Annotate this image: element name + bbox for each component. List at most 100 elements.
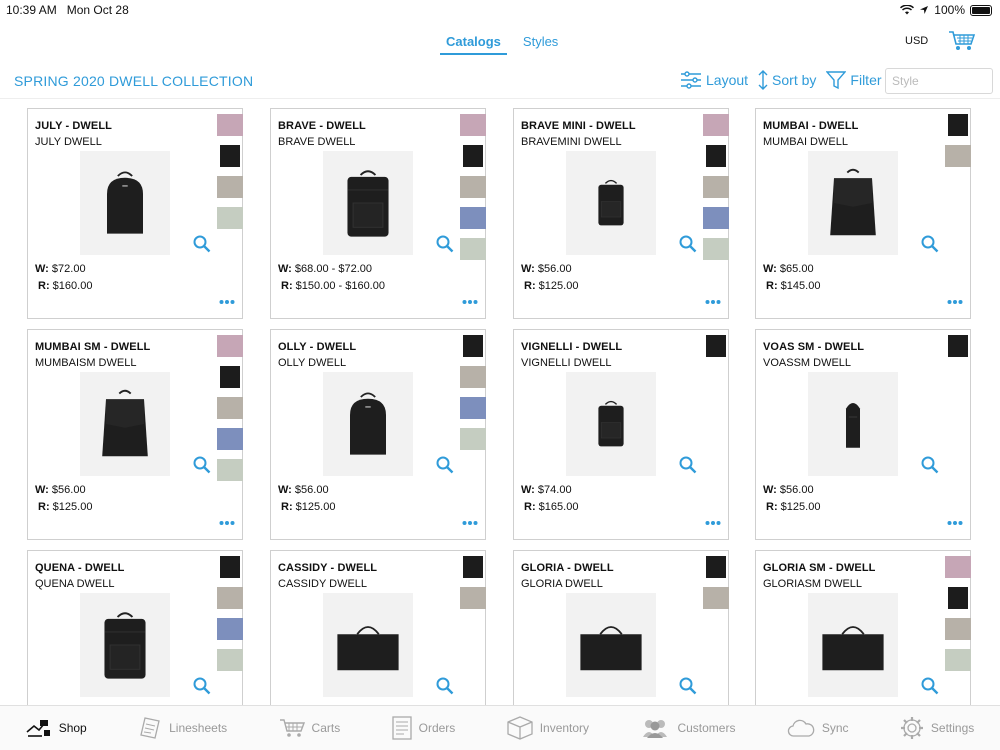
product-card[interactable]: QUENA - DWELL QUENA DWELL [27, 550, 243, 705]
product-card[interactable]: BRAVE MINI - DWELL BRAVEMINI DWELL W: $56.… [513, 108, 729, 319]
product-image[interactable] [80, 593, 170, 697]
color-swatch-mauve[interactable] [217, 114, 243, 136]
more-options-button[interactable] [219, 293, 235, 304]
color-swatch-black[interactable] [948, 114, 968, 136]
color-swatch-blue[interactable] [217, 618, 243, 640]
tab-styles[interactable]: Styles [517, 32, 564, 55]
product-image[interactable] [323, 372, 413, 476]
zoom-button[interactable] [679, 235, 697, 253]
tab-customers[interactable]: Customers [640, 718, 735, 738]
zoom-button[interactable] [679, 677, 697, 695]
color-swatch-sage[interactable] [703, 238, 729, 260]
zoom-button[interactable] [921, 456, 939, 474]
color-swatch-mauve[interactable] [703, 114, 729, 136]
tab-inventory[interactable]: Inventory [507, 716, 589, 740]
color-swatch-black[interactable] [463, 335, 483, 357]
tab-settings[interactable]: Settings [900, 716, 974, 740]
tab-shop[interactable]: Shop [26, 718, 87, 738]
color-swatch-mauve[interactable] [460, 114, 486, 136]
color-swatch-black[interactable] [220, 556, 240, 578]
sort-button[interactable]: Sort by [758, 70, 816, 90]
product-card[interactable]: OLLY - DWELL OLLY DWELL W: $56.00 R: $125.0… [270, 329, 486, 540]
color-swatch-taupe[interactable] [217, 397, 243, 419]
tab-linesheets[interactable]: Linesheets [138, 717, 227, 739]
product-image[interactable] [323, 593, 413, 697]
zoom-button[interactable] [436, 677, 454, 695]
product-image[interactable] [566, 593, 656, 697]
color-swatch-black[interactable] [706, 145, 726, 167]
currency-selector[interactable]: USD [905, 35, 928, 47]
more-options-button[interactable] [947, 293, 963, 304]
color-swatch-mauve[interactable] [217, 335, 243, 357]
color-swatches [703, 556, 729, 618]
filter-button[interactable]: Filter [826, 70, 882, 90]
color-swatch-black[interactable] [706, 335, 726, 357]
color-swatch-sage[interactable] [217, 459, 243, 481]
product-card[interactable]: BRAVE - DWELL BRAVE DWELL W: $68.00 - $72.… [270, 108, 486, 319]
color-swatch-black[interactable] [948, 587, 968, 609]
product-card[interactable]: MUMBAI - DWELL MUMBAI DWELL W: $65.00 R: $1… [755, 108, 971, 319]
color-swatch-blue[interactable] [460, 207, 486, 229]
more-options-button[interactable] [462, 293, 478, 304]
style-search-input[interactable] [885, 68, 993, 94]
zoom-button[interactable] [436, 456, 454, 474]
color-swatch-taupe[interactable] [703, 176, 729, 198]
color-swatch-taupe[interactable] [460, 587, 486, 609]
zoom-button[interactable] [921, 677, 939, 695]
product-image[interactable] [808, 372, 898, 476]
color-swatch-sage[interactable] [945, 649, 971, 671]
product-image[interactable] [323, 151, 413, 255]
color-swatch-black[interactable] [220, 366, 240, 388]
product-card[interactable]: JULY - DWELL JULY DWELL W: $72.00 R: $160.0… [27, 108, 243, 319]
more-options-button[interactable] [705, 514, 721, 525]
zoom-button[interactable] [436, 235, 454, 253]
product-card[interactable]: CASSIDY - DWELL CASSIDY DWELL [270, 550, 486, 705]
product-card[interactable]: GLORIA SM - DWELL GLORIASM DWELL [755, 550, 971, 705]
color-swatch-taupe[interactable] [460, 366, 486, 388]
product-card[interactable]: VIGNELLI - DWELL VIGNELLI DWELL W: $74.00 R… [513, 329, 729, 540]
color-swatch-black[interactable] [463, 556, 483, 578]
product-card[interactable]: MUMBAI SM - DWELL MUMBAISM DWELL W: $56.00… [27, 329, 243, 540]
zoom-button[interactable] [193, 456, 211, 474]
more-options-button[interactable] [947, 514, 963, 525]
zoom-button[interactable] [679, 456, 697, 474]
color-swatch-blue[interactable] [217, 428, 243, 450]
color-swatch-taupe[interactable] [217, 176, 243, 198]
layout-button[interactable]: Layout [680, 70, 748, 90]
product-card[interactable]: VOAS SM - DWELL VOASSM DWELL W: $56.00 R: $… [755, 329, 971, 540]
color-swatch-taupe[interactable] [945, 618, 971, 640]
cart-icon[interactable] [948, 30, 976, 52]
tab-catalogs[interactable]: Catalogs [440, 32, 507, 55]
color-swatch-black[interactable] [706, 556, 726, 578]
color-swatch-sage[interactable] [217, 207, 243, 229]
color-swatch-taupe[interactable] [945, 145, 971, 167]
product-image[interactable] [80, 151, 170, 255]
color-swatch-black[interactable] [948, 335, 968, 357]
product-image[interactable] [566, 151, 656, 255]
more-options-button[interactable] [462, 514, 478, 525]
color-swatch-taupe[interactable] [703, 587, 729, 609]
color-swatch-sage[interactable] [460, 428, 486, 450]
zoom-button[interactable] [921, 235, 939, 253]
product-card[interactable]: GLORIA - DWELL GLORIA DWELL [513, 550, 729, 705]
color-swatch-blue[interactable] [703, 207, 729, 229]
color-swatch-blue[interactable] [460, 397, 486, 419]
product-image[interactable] [566, 372, 656, 476]
product-image[interactable] [808, 593, 898, 697]
color-swatch-sage[interactable] [460, 238, 486, 260]
color-swatch-mauve[interactable] [945, 556, 971, 578]
zoom-button[interactable] [193, 677, 211, 695]
more-options-button[interactable] [219, 514, 235, 525]
tab-sync[interactable]: Sync [787, 719, 849, 737]
more-options-button[interactable] [705, 293, 721, 304]
zoom-button[interactable] [193, 235, 211, 253]
color-swatch-sage[interactable] [217, 649, 243, 671]
product-image[interactable] [808, 151, 898, 255]
color-swatch-taupe[interactable] [217, 587, 243, 609]
tab-carts[interactable]: Carts [279, 718, 340, 738]
tab-orders[interactable]: Orders [391, 716, 455, 740]
product-image[interactable] [80, 372, 170, 476]
color-swatch-black[interactable] [220, 145, 240, 167]
color-swatch-black[interactable] [463, 145, 483, 167]
color-swatch-taupe[interactable] [460, 176, 486, 198]
